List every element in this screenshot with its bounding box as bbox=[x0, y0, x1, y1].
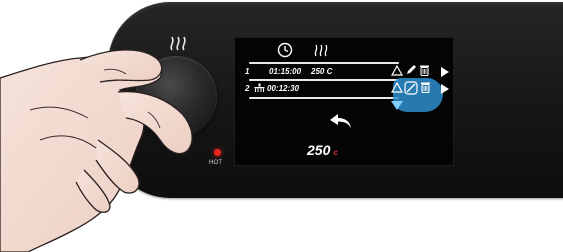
trash-icon[interactable] bbox=[420, 81, 431, 93]
triangle-up-icon[interactable] bbox=[391, 82, 403, 93]
row-time: 00:12:30 bbox=[267, 84, 300, 93]
hand-illustration bbox=[0, 49, 193, 252]
pencil-icon[interactable] bbox=[405, 64, 417, 76]
triangle-up-icon[interactable] bbox=[391, 65, 403, 76]
temperature-readout: 250 c bbox=[307, 142, 338, 158]
temperature-unit: c bbox=[333, 148, 338, 157]
fan-icon bbox=[254, 83, 265, 92]
play-icon[interactable] bbox=[441, 67, 449, 77]
temperature-value: 250 bbox=[307, 142, 331, 158]
clock-icon[interactable] bbox=[277, 42, 293, 58]
no-edit-icon[interactable] bbox=[404, 81, 418, 95]
back-arrow-icon[interactable] bbox=[328, 112, 354, 130]
row-time: 01:15:00 bbox=[269, 67, 302, 76]
display-screen: 1 01:15:00 250 C 2 00:12:30 250 c bbox=[234, 37, 454, 166]
row-index: 1 bbox=[245, 67, 250, 76]
separator-line bbox=[249, 79, 399, 81]
separator-line bbox=[249, 62, 399, 64]
separator-line bbox=[249, 97, 399, 99]
trash-icon[interactable] bbox=[419, 64, 430, 76]
triangle-down-icon[interactable] bbox=[391, 101, 403, 110]
heat-waves-icon[interactable] bbox=[313, 42, 329, 58]
play-icon[interactable] bbox=[441, 84, 449, 94]
row-temperature: 250 C bbox=[311, 67, 333, 76]
row-index: 2 bbox=[245, 84, 250, 93]
